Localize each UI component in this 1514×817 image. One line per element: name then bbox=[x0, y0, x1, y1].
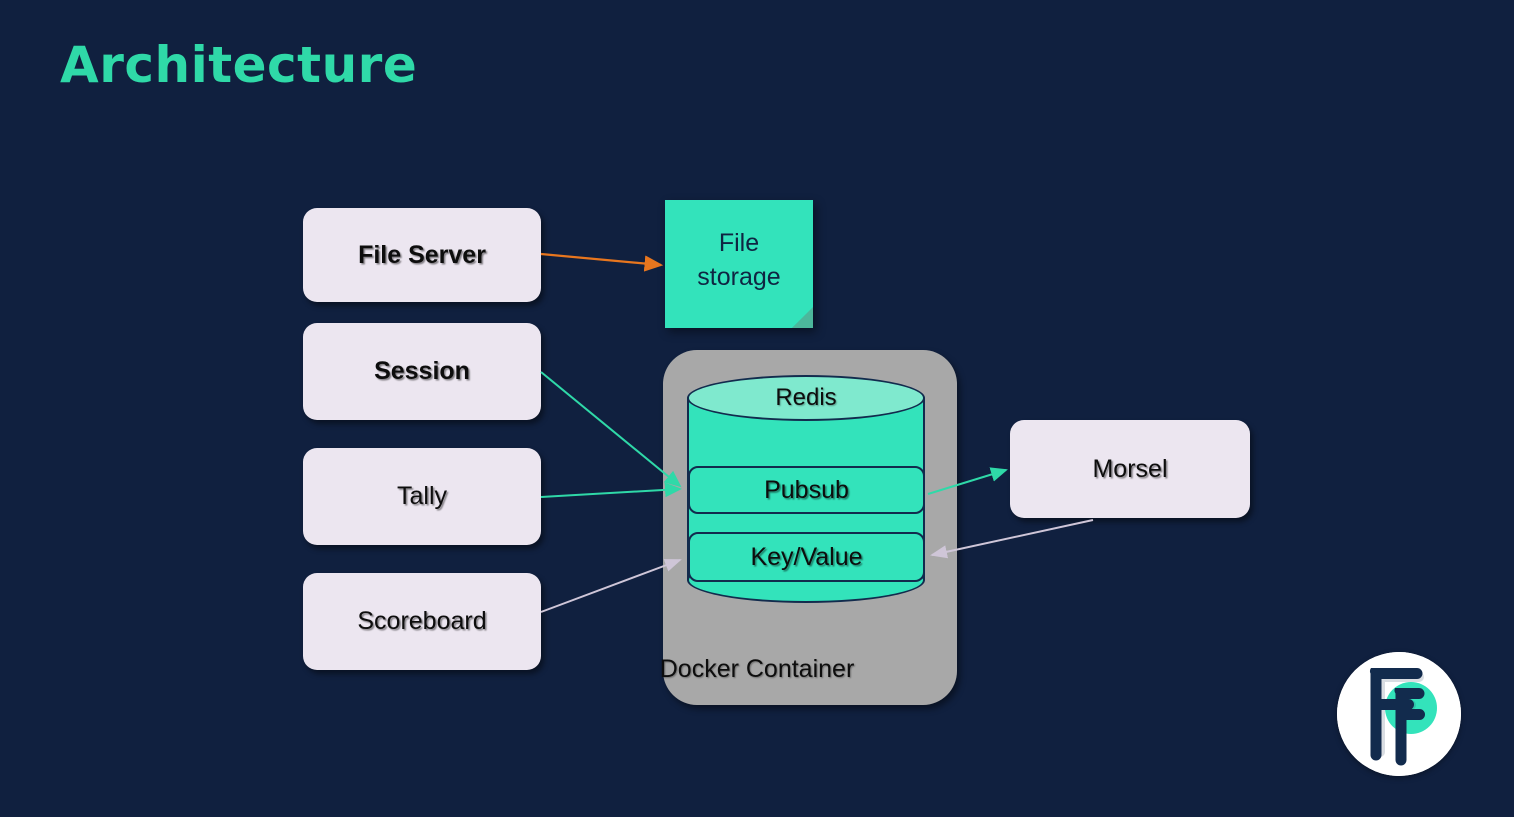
arrow-tally-to-pubsub bbox=[540, 482, 682, 498]
arrow-session-to-pubsub bbox=[540, 371, 682, 488]
slide-canvas: Architecture File Server Session Tally S… bbox=[0, 0, 1514, 817]
arrow-scoreboard-to-key-value bbox=[540, 559, 682, 613]
arrow-pubsub-to-morsel bbox=[927, 467, 1008, 495]
arrow-file-server-to-file-storage bbox=[540, 252, 664, 272]
fp-logo[interactable] bbox=[1337, 652, 1461, 776]
arrow-morsel-to-key-value bbox=[930, 519, 1094, 559]
connection-arrows-layer bbox=[540, 252, 1094, 613]
